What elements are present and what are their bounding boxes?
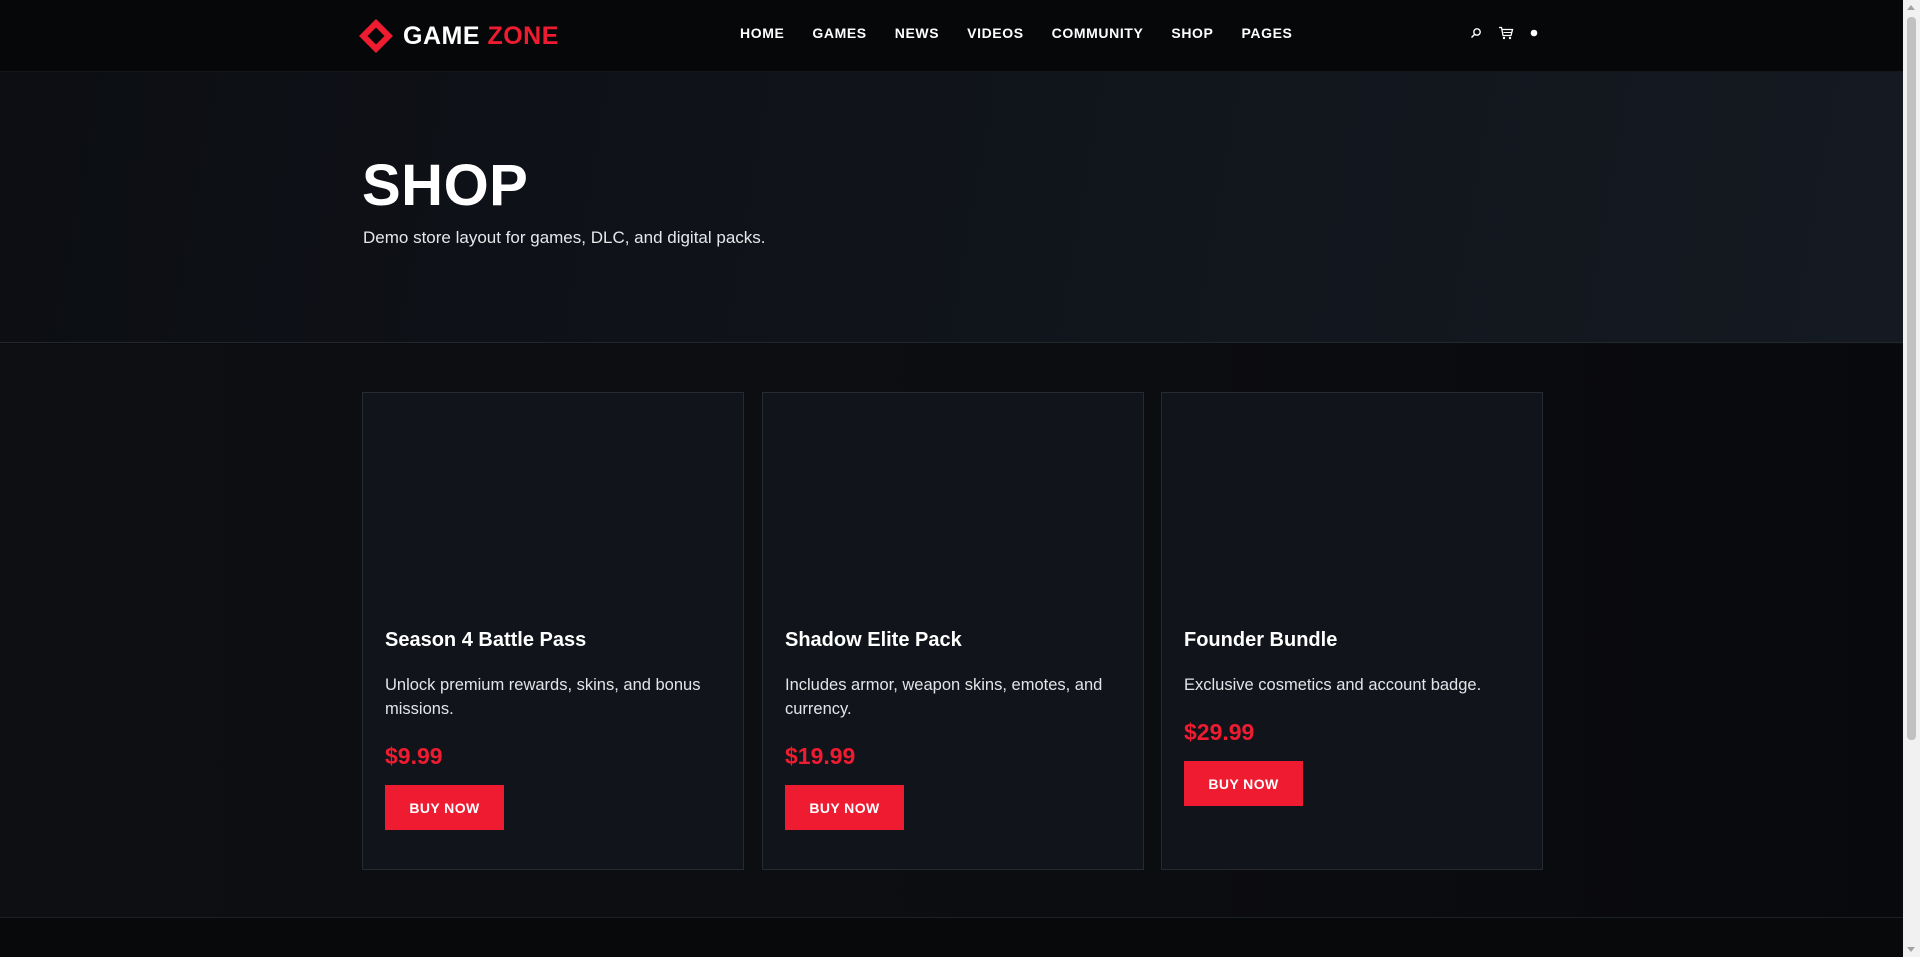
page-title: SHOP	[362, 153, 529, 218]
product-title: Founder Bundle	[1184, 629, 1338, 651]
product-grid: Season 4 Battle Pass Unlock premium rewa…	[0, 344, 1903, 918]
scroll-up-arrow-icon[interactable]	[1907, 5, 1915, 10]
product-price: $19.99	[785, 743, 856, 769]
page: GAME ZONE HOME GAMES NEWS VIDEOS COMMUNI…	[0, 0, 1920, 957]
product-card: Shadow Elite Pack Includes armor, weapon…	[762, 392, 1144, 870]
header-actions	[1470, 26, 1538, 40]
nav-item-shop[interactable]: SHOP	[1171, 25, 1213, 41]
footer-edge	[0, 918, 1903, 957]
buy-now-button[interactable]: BUY NOW	[785, 785, 904, 830]
product-card: Founder Bundle Exclusive cosmetics and a…	[1161, 392, 1543, 870]
scrollbar-thumb[interactable]	[1907, 17, 1916, 740]
brand-word-game: GAME	[403, 21, 480, 50]
nav-item-games[interactable]: GAMES	[812, 25, 866, 41]
page-hero: SHOP Demo store layout for games, DLC, a…	[0, 72, 1903, 343]
product-price: $9.99	[385, 743, 443, 769]
product-price: $29.99	[1184, 719, 1255, 745]
site-header: GAME ZONE HOME GAMES NEWS VIDEOS COMMUNI…	[0, 0, 1903, 72]
product-description: Unlock premium rewards, skins, and bonus…	[385, 676, 701, 718]
nav-item-pages[interactable]: PAGES	[1241, 25, 1292, 41]
nav-item-news[interactable]: NEWS	[895, 25, 939, 41]
product-title: Season 4 Battle Pass	[385, 629, 587, 651]
search-icon[interactable]	[1470, 27, 1482, 39]
product-description: Exclusive cosmetics and account badge.	[1184, 676, 1482, 694]
buy-now-button[interactable]: BUY NOW	[385, 785, 504, 830]
product-title: Shadow Elite Pack	[785, 629, 962, 651]
product-card: Season 4 Battle Pass Unlock premium rewa…	[362, 392, 744, 870]
nav-item-videos[interactable]: VIDEOS	[967, 25, 1024, 41]
scroll-down-arrow-icon[interactable]	[1907, 947, 1915, 952]
main-nav: HOME GAMES NEWS VIDEOS COMMUNITY SHOP PA…	[740, 25, 1292, 41]
brand-word-zone: ZONE	[487, 21, 559, 50]
vertical-scrollbar[interactable]	[1903, 0, 1920, 957]
nav-item-community[interactable]: COMMUNITY	[1052, 25, 1144, 41]
cart-icon[interactable]	[1498, 26, 1514, 40]
brand-logo[interactable]: GAME ZONE	[357, 18, 559, 54]
account-dot-icon[interactable]	[1530, 29, 1538, 37]
brand-name: GAME ZONE	[403, 22, 559, 51]
page-subtitle: Demo store layout for games, DLC, and di…	[363, 228, 766, 247]
diamond-logo-icon	[359, 19, 393, 53]
product-description: Includes armor, weapon skins, emotes, an…	[785, 676, 1103, 718]
buy-now-button[interactable]: BUY NOW	[1184, 761, 1303, 806]
nav-item-home[interactable]: HOME	[740, 25, 784, 41]
